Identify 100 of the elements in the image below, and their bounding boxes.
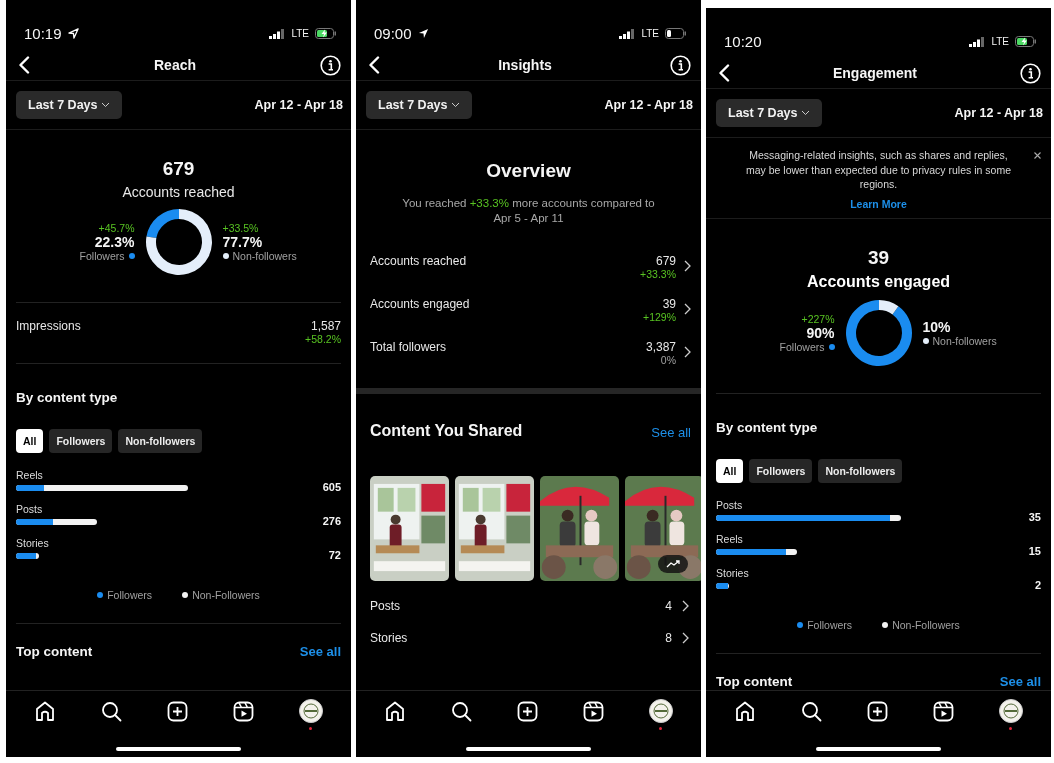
add-icon[interactable] <box>867 700 888 722</box>
legend-label: Non-Followers <box>892 619 960 632</box>
search-icon[interactable] <box>801 700 823 722</box>
home-icon[interactable] <box>34 700 57 722</box>
non-followers-label: Non-followers <box>932 335 997 348</box>
chevron-right-icon <box>684 345 691 358</box>
metric-change: +129% <box>643 310 676 323</box>
info-icon[interactable] <box>1020 62 1041 84</box>
row-label: Stories <box>370 630 408 645</box>
chevron-right-icon <box>684 259 691 272</box>
bar-label: Posts <box>716 499 744 512</box>
search-icon[interactable] <box>451 700 473 722</box>
date-range: Apr 12 - Apr 18 <box>254 98 343 112</box>
content-count-row[interactable]: Stories 8 <box>356 630 701 645</box>
metric-label: Total followers <box>370 339 448 354</box>
caret-icon <box>451 102 461 108</box>
legend-label: Followers <box>107 589 153 601</box>
back-icon[interactable] <box>18 56 30 74</box>
legend-label: Non-Followers <box>192 589 260 601</box>
bar-value: 15 <box>1027 545 1041 558</box>
content-count-row[interactable]: Posts 4 <box>356 598 701 613</box>
bar-value: 2 <box>1033 579 1041 592</box>
notification-dot <box>659 727 663 730</box>
reels-icon[interactable] <box>932 700 954 722</box>
metric-change: +58.2% <box>305 333 341 345</box>
filter-chip[interactable]: Non-followers <box>818 459 903 484</box>
followers-share: 22.3% <box>94 234 135 250</box>
back-icon[interactable] <box>718 64 730 82</box>
non-followers-share: 77.7% <box>222 234 264 250</box>
period-dropdown[interactable]: Last 7 Days <box>366 91 473 119</box>
reels-icon[interactable] <box>582 700 604 722</box>
bar-value: 276 <box>321 515 341 527</box>
section-heading: By content type <box>716 420 819 436</box>
profile-avatar[interactable] <box>298 699 323 723</box>
metric-row[interactable]: Accounts engaged 39 +129% <box>370 296 691 323</box>
privacy-notice: Messaging-related insights, such as shares and replies, may be lower than expected due to privacy rules in some regions. <box>745 148 1012 193</box>
non-followers-label: Non-followers <box>232 250 297 262</box>
filter-chip[interactable]: All <box>716 459 744 484</box>
date-range: Apr 12 - Apr 18 <box>604 98 693 112</box>
info-icon[interactable] <box>670 54 691 76</box>
non-followers-change: +33.5% <box>222 222 260 234</box>
filter-chip[interactable]: All <box>16 429 44 453</box>
screen-title: Reach <box>154 57 196 73</box>
see-all-link[interactable]: See all <box>651 424 691 440</box>
screen-title: Insights <box>498 57 552 73</box>
metric-row[interactable]: Accounts reached 679 +33.3% <box>370 253 691 280</box>
network-label: LTE <box>991 36 1009 47</box>
metric-row[interactable]: Total followers 3,387 0% <box>370 339 691 366</box>
learn-more-link[interactable]: Learn More <box>850 198 907 211</box>
notification-dot <box>309 727 313 730</box>
close-icon[interactable] <box>1034 152 1041 159</box>
overview-summary: You reached +33.3% more accounts compared to Apr 5 - Apr 11 <box>401 196 656 226</box>
summary-label: Accounts engaged <box>806 273 951 292</box>
signal-icon <box>969 36 986 47</box>
followers-share: 90% <box>806 325 835 342</box>
network-label: LTE <box>641 28 659 39</box>
add-icon[interactable] <box>517 700 538 722</box>
metric-value: 679 <box>655 253 676 268</box>
period-dropdown[interactable]: Last 7 Days <box>716 99 823 127</box>
section-heading: Top content <box>716 674 793 690</box>
search-icon[interactable] <box>101 700 123 722</box>
period-dropdown[interactable]: Last 7 Days <box>16 91 123 119</box>
filter-chip[interactable]: Followers <box>749 459 813 484</box>
legend-label: Followers <box>807 619 853 632</box>
reels-icon[interactable] <box>232 700 254 722</box>
notification-dot <box>1009 727 1013 730</box>
chevron-right-icon <box>684 302 691 315</box>
followers-change: +45.7% <box>98 222 135 234</box>
add-icon[interactable] <box>167 700 188 722</box>
status-time: 10:20 <box>724 33 762 50</box>
metric-value: 3,387 <box>645 339 676 354</box>
summary-count: 679 <box>162 158 195 180</box>
section-heading: By content type <box>16 390 119 405</box>
followers-change: +227% <box>801 313 835 326</box>
filter-chip[interactable]: Non-followers <box>118 429 203 453</box>
back-icon[interactable] <box>368 56 380 74</box>
non-followers-share: 10% <box>922 319 952 336</box>
bar-value: 72 <box>327 549 341 561</box>
caret-icon <box>101 102 111 108</box>
network-label: LTE <box>291 28 309 39</box>
metric-value: 39 <box>662 296 676 311</box>
followers-label: Followers <box>779 341 825 354</box>
status-time: 09:00 <box>374 25 412 42</box>
see-all-link[interactable]: See all <box>999 674 1041 690</box>
info-icon[interactable] <box>320 54 341 76</box>
filter-chip[interactable]: Followers <box>49 429 113 453</box>
date-range: Apr 12 - Apr 18 <box>954 106 1043 120</box>
home-icon[interactable] <box>734 700 757 722</box>
screen-title: Engagement <box>833 65 917 81</box>
see-all-link[interactable]: See all <box>299 644 341 659</box>
metric-value: 1,587 <box>310 319 341 333</box>
home-icon[interactable] <box>384 700 407 722</box>
section-heading: Top content <box>16 644 93 659</box>
bar-label: Reels <box>16 469 44 481</box>
metric-change: 0% <box>660 353 676 366</box>
profile-avatar[interactable] <box>648 699 673 723</box>
profile-avatar[interactable] <box>998 699 1023 723</box>
bar-label: Reels <box>716 533 744 546</box>
signal-icon <box>269 28 286 39</box>
metric-label: Accounts reached <box>370 253 468 268</box>
